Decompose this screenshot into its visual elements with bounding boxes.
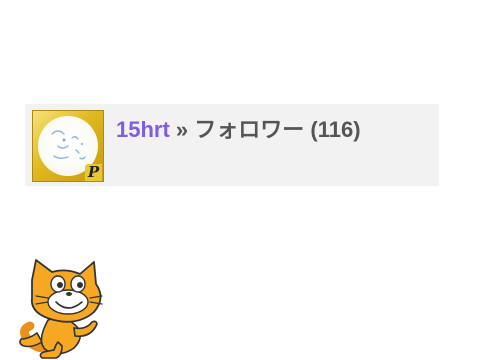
scratch-cat-icon bbox=[19, 259, 103, 359]
page: P 15hrt » フォロワー (116) bbox=[0, 0, 480, 360]
avatar-badge: P bbox=[85, 164, 102, 181]
user-avatar[interactable]: P bbox=[32, 110, 104, 182]
page-title: 15hrt » フォロワー (116) bbox=[116, 113, 361, 147]
breadcrumb-separator: » bbox=[169, 117, 195, 142]
followers-count: (116) bbox=[310, 117, 361, 142]
username-link[interactable]: 15hrt bbox=[116, 117, 170, 142]
followers-label: フォロワー bbox=[194, 117, 305, 142]
